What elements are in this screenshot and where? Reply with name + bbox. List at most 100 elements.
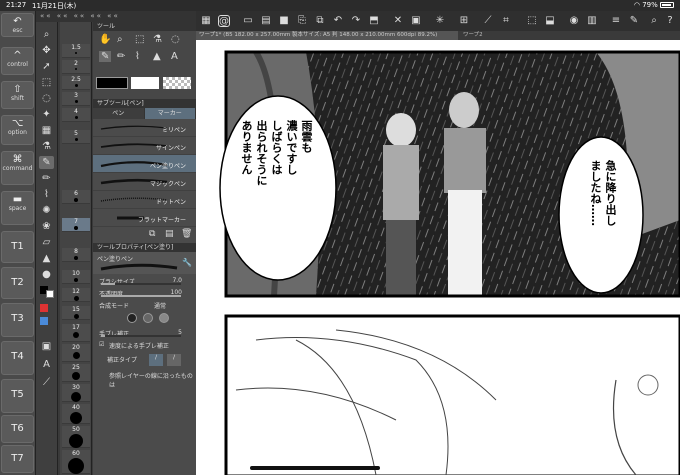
brush-item-sign-pen[interactable]: サインペン — [93, 137, 196, 155]
prop-opacity[interactable]: 不透明度100 — [93, 286, 196, 298]
transform-icon[interactable]: ⬒ — [368, 15, 380, 27]
pencil-group-icon[interactable]: ✏ — [117, 51, 125, 62]
edge-key-t3[interactable]: T3 — [1, 303, 34, 337]
size-cell[interactable]: 30 — [62, 384, 90, 402]
size-cell[interactable]: 8 — [62, 248, 90, 262]
eraser-tool-icon[interactable]: ▱ — [39, 236, 54, 249]
zoom-icon[interactable]: ⌕ — [117, 34, 123, 45]
hand-icon[interactable]: ✋ — [99, 34, 111, 45]
pen-tool-icon[interactable]: ✎ — [39, 156, 54, 169]
size-cell[interactable]: 2.5 — [62, 76, 90, 90]
tip-circle-icon[interactable] — [143, 313, 153, 323]
checkbox-icon[interactable]: ☑ — [99, 341, 104, 348]
layer-icon[interactable]: ⊞ — [458, 15, 470, 27]
ruler-tool-icon[interactable]: ⟋ — [39, 376, 54, 389]
sub-color-swatch[interactable] — [46, 290, 54, 298]
copy-icon[interactable]: ⧉ — [314, 15, 326, 27]
prop-correction-type[interactable]: 補正タイプ ∕ ∕ — [93, 352, 196, 368]
selection-tool-icon[interactable]: ⬚ — [39, 76, 54, 89]
size-cell[interactable]: 40 — [62, 404, 90, 424]
settings-icon[interactable]: ✳ — [434, 15, 446, 27]
tab-document-2[interactable]: ワープ2 — [460, 31, 520, 40]
edge-key-esc[interactable]: ↶ esc — [1, 13, 34, 37]
tab-document-1[interactable]: ワープ1* (B5 182.00 x 257.00mm 製本サイズ: A5 判 … — [196, 31, 458, 40]
clear-icon[interactable]: ✕ — [392, 15, 404, 27]
correction-type-b[interactable]: ∕ — [167, 354, 181, 366]
move-tool-icon[interactable]: ✥ — [39, 44, 54, 57]
brush-item-selected[interactable]: ペン塗りペン — [93, 155, 196, 173]
brush-group-icon[interactable]: ⌇ — [135, 51, 140, 62]
select-icon[interactable]: ⬚ — [135, 34, 144, 45]
prop-blend-mode[interactable]: 合成モード 通常 — [93, 298, 196, 310]
airbrush-tool-icon[interactable]: ✺ — [39, 204, 54, 217]
frame-tool-icon[interactable]: ▣ — [39, 340, 54, 353]
pencil-tool-icon[interactable]: ✏ — [39, 172, 54, 185]
text-group-icon[interactable]: A — [171, 51, 178, 62]
prop-brush-size[interactable]: ブラシサイズ7.0 — [93, 274, 196, 286]
transparent-color-bar[interactable] — [163, 77, 191, 89]
prop-speed-correction[interactable]: ☑ 速度による手ブレ補正 — [93, 338, 196, 352]
wrench-icon[interactable]: 🔧 — [182, 258, 192, 267]
home-indicator[interactable] — [250, 466, 380, 470]
open-file-icon[interactable]: ▤ — [260, 15, 272, 27]
edge-key-t6[interactable]: T6 — [1, 415, 34, 443]
correction-type-a[interactable]: ∕ — [149, 354, 163, 366]
edge-key-control[interactable]: ^ control — [1, 47, 34, 75]
edge-key-t5[interactable]: T5 — [1, 379, 34, 413]
palette-icon[interactable]: ▥ — [586, 15, 598, 27]
blue-swatch[interactable] — [40, 317, 48, 325]
size-cell[interactable]: 60 — [62, 450, 90, 474]
prop-reference[interactable]: 参照レイヤーの線に沿ったものは — [93, 368, 196, 389]
size-cell[interactable]: 10 — [62, 270, 90, 284]
brush-item-magic-pen[interactable]: マジックペン — [93, 173, 196, 191]
pen-pressure-icon[interactable]: ✎ — [628, 15, 640, 27]
edge-key-t4[interactable]: T4 — [1, 341, 34, 375]
brush-tool-icon[interactable]: ⌇ — [39, 188, 54, 201]
snap-icon[interactable]: ⌗ — [500, 15, 512, 27]
size-cell[interactable]: 4 — [62, 108, 90, 122]
tip-circle-icon[interactable] — [159, 313, 169, 323]
size-cell-selected[interactable]: 7 — [62, 218, 90, 232]
edge-key-option[interactable]: ⌥ option — [1, 115, 34, 145]
edge-key-t2[interactable]: T2 — [1, 267, 34, 299]
size-cell[interactable]: 3 — [62, 92, 90, 106]
fill-group-icon[interactable]: ▲ — [153, 51, 161, 62]
size-cell[interactable]: 15 — [62, 306, 90, 320]
eyedropper-tool-icon[interactable]: ⚗ — [39, 140, 54, 153]
collapse-arrows-icon[interactable]: «« «« «« «« «« — [40, 12, 120, 20]
lasso-tool-icon[interactable]: ◌ — [39, 92, 54, 105]
red-swatch[interactable] — [40, 304, 48, 312]
redo-icon[interactable]: ↷ — [350, 15, 362, 27]
edge-key-t7[interactable]: T7 — [1, 445, 34, 473]
brush-item-dot-pen[interactable]: ドットペン — [93, 191, 196, 209]
gradient-tool-icon[interactable]: ● — [39, 268, 54, 281]
tab-marker[interactable]: マーカー — [144, 108, 196, 119]
delete-icon[interactable]: 🗑 — [181, 229, 192, 239]
size-cell[interactable]: 6 — [62, 190, 90, 204]
auto-select-tool-icon[interactable]: ✦ — [39, 108, 54, 121]
size-cell[interactable]: 1.5 — [62, 44, 90, 58]
sub-color-bar[interactable] — [131, 77, 159, 89]
export-icon[interactable]: ⎘ — [296, 15, 308, 27]
deselect-icon[interactable]: ⬓ — [544, 15, 556, 27]
brush-item-flat-marker[interactable]: フラットマーカー — [93, 209, 196, 227]
text-tool-icon[interactable]: A — [39, 358, 54, 371]
decoration-tool-icon[interactable]: ❀ — [39, 220, 54, 233]
menu-grid-icon[interactable]: ▦ — [200, 15, 212, 27]
search-icon[interactable]: ⌕ — [648, 15, 660, 27]
size-cell[interactable]: 5 — [62, 130, 90, 144]
ruler-icon[interactable]: ⟋ — [482, 15, 494, 27]
operation-tool-icon[interactable]: ➚ — [39, 60, 54, 73]
new-file-icon[interactable]: ▭ — [242, 15, 254, 27]
help-icon[interactable]: ? — [664, 15, 676, 27]
size-cell[interactable]: 12 — [62, 288, 90, 302]
selection-icon[interactable]: ⬚ — [526, 15, 538, 27]
main-color-bar[interactable] — [96, 77, 128, 89]
edge-key-space[interactable]: ▬ space — [1, 191, 34, 225]
brush-item-milli-pen[interactable]: ミリペン — [93, 119, 196, 137]
color-wheel-icon[interactable]: ◉ — [568, 15, 580, 27]
tab-pen[interactable]: ペン — [93, 108, 145, 119]
tip-circle-icon[interactable] — [127, 313, 137, 323]
fill-tool-icon[interactable]: ▲ — [39, 252, 54, 265]
edge-key-t1[interactable]: T1 — [1, 231, 34, 263]
